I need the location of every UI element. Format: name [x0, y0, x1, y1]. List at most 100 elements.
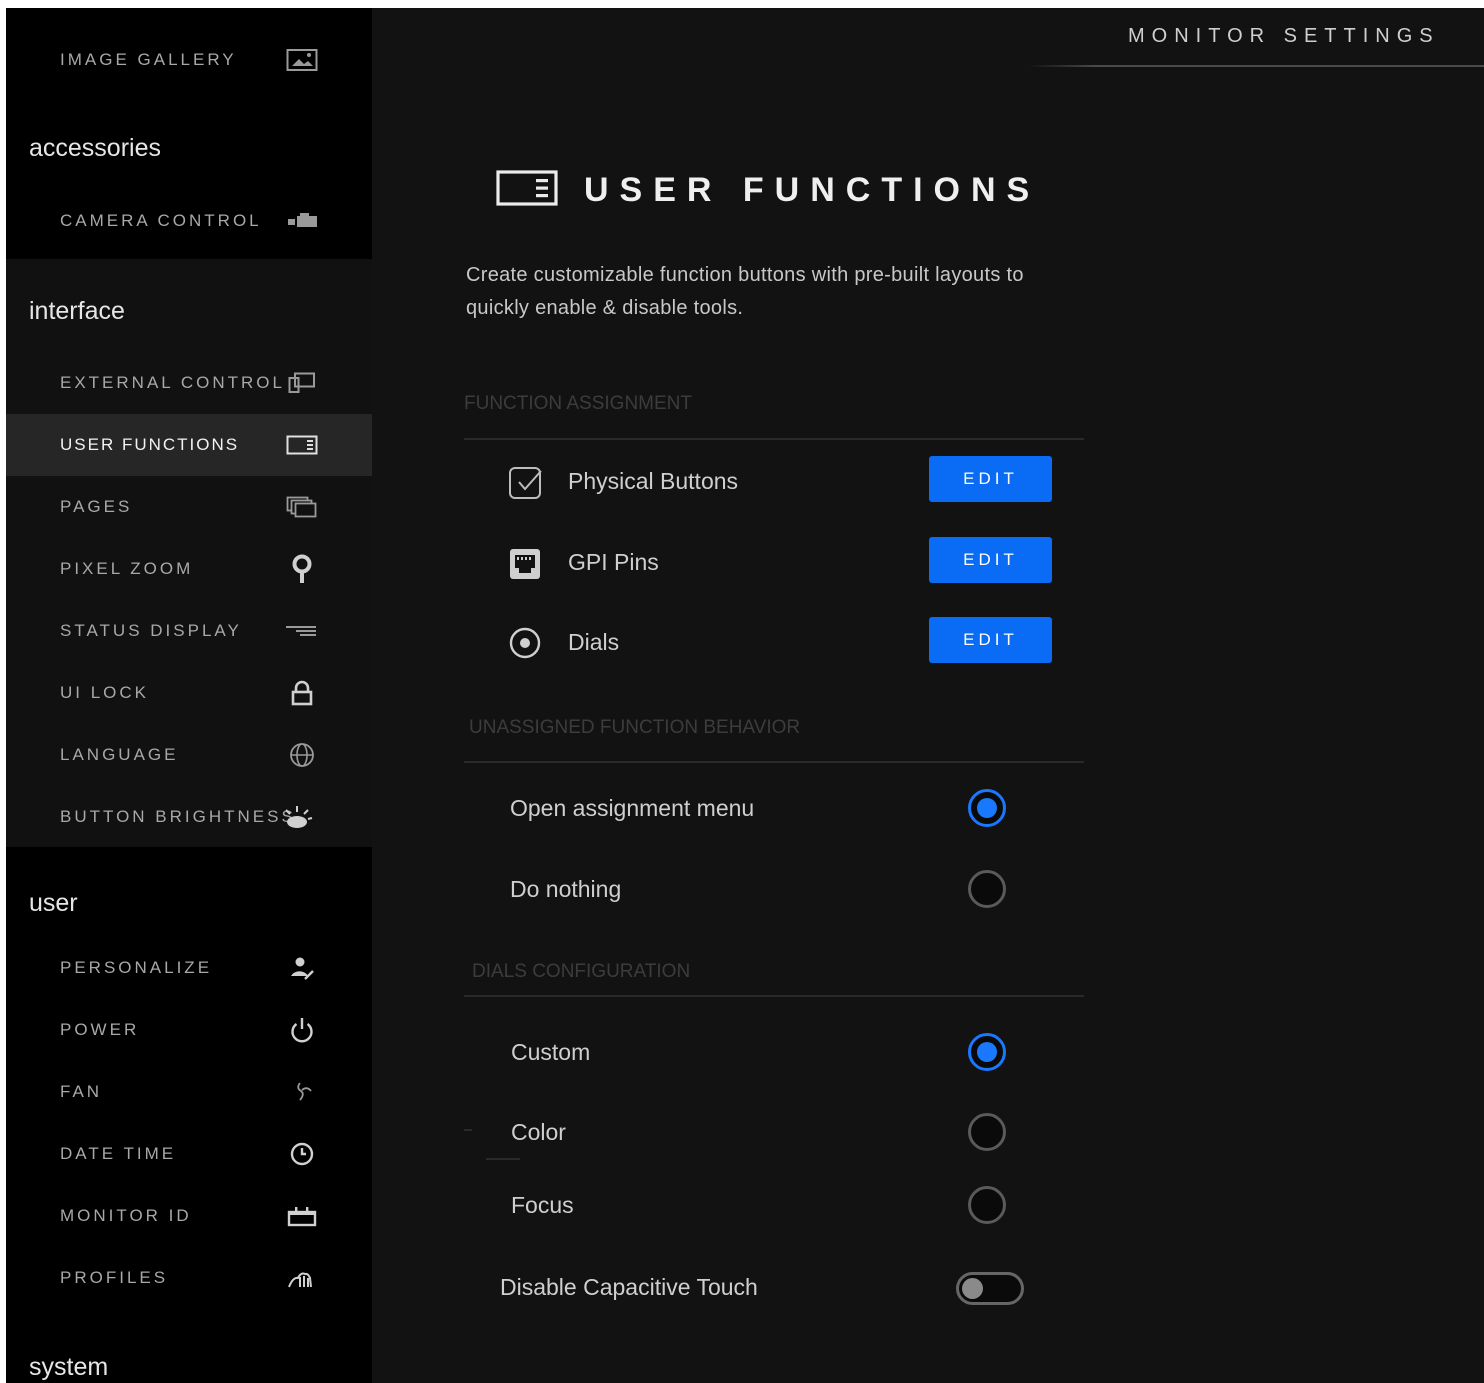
sidebar-item-label: USER FUNCTIONS: [60, 435, 240, 454]
capacitive-touch-toggle[interactable]: [956, 1272, 1024, 1305]
section-title-function-assignment: FUNCTION ASSIGNMENT: [464, 393, 693, 414]
sidebar-item-label: BUTTON BRIGHTNESS: [60, 807, 296, 826]
sidebar-item-button-brightness[interactable]: BUTTON BRIGHTNESS: [6, 786, 372, 848]
option-custom[interactable]: Custom: [464, 1027, 1084, 1077]
sidebar-item-label: CAMERA CONTROL: [60, 211, 262, 230]
assignment-row-physical-buttons: Physical Buttons EDIT: [464, 454, 1084, 514]
option-label: Do nothing: [510, 876, 622, 902]
option-label: Focus: [511, 1192, 574, 1218]
page-title: USER FUNCTIONS: [584, 171, 1041, 209]
globe-icon: [286, 742, 318, 768]
section-heading-accessories: accessories: [29, 134, 161, 162]
profiles-icon: [286, 1265, 318, 1291]
assignment-label: Physical Buttons: [568, 468, 739, 494]
pages-icon: [286, 494, 318, 520]
monitor-settings-title: MONITOR SETTINGS: [1128, 25, 1440, 47]
section-heading-user: user: [29, 889, 78, 917]
page-description: Create customizable function buttons wit…: [466, 264, 1024, 319]
sidebar-item-label: EXTERNAL CONTROL: [60, 373, 285, 392]
sidebar-item-status-display[interactable]: STATUS DISPLAY: [6, 600, 372, 662]
section-title-unassigned-behavior: UNASSIGNED FUNCTION BEHAVIOR: [469, 717, 801, 738]
radio-button-selected[interactable]: [968, 789, 1006, 827]
section-heading-interface: interface: [29, 297, 125, 325]
sidebar-block-accessories: IMAGE GALLERY accessories CAMERA CONTROL: [6, 8, 372, 259]
radio-button[interactable]: [968, 870, 1006, 908]
sidebar-item-user-functions[interactable]: USER FUNCTIONS: [6, 414, 372, 476]
page-title-group: USER FUNCTIONS: [496, 170, 1040, 211]
sidebar-item-language[interactable]: LANGUAGE: [6, 724, 372, 786]
sidebar: IMAGE GALLERY accessories CAMERA CONTROL…: [6, 8, 372, 1383]
sidebar-item-label: STATUS DISPLAY: [60, 621, 242, 640]
camera-icon: [286, 208, 318, 234]
sidebar-item-pixel-zoom[interactable]: PIXEL ZOOM: [6, 538, 372, 600]
header-divider: [1028, 65, 1484, 67]
assignment-label: GPI Pins: [568, 549, 659, 575]
setting-disable-capacitive-touch: Disable Capacitive Touch: [464, 1262, 1084, 1312]
assignment-row-gpi-pins: GPI Pins EDIT: [464, 535, 1084, 595]
sidebar-item-label: MONITOR ID: [60, 1206, 192, 1225]
sidebar-item-image-gallery[interactable]: IMAGE GALLERY: [6, 29, 372, 91]
image-icon: [286, 47, 318, 73]
section-heading-system: system: [29, 1353, 109, 1381]
sidebar-block-user: user PERSONALIZE POWER FAN DATE TIME MON…: [6, 847, 372, 1383]
radio-button[interactable]: [968, 1113, 1006, 1151]
sidebar-item-label: LANGUAGE: [60, 745, 179, 764]
user-functions-icon: [286, 432, 318, 458]
sidebar-item-label: DATE TIME: [60, 1144, 177, 1163]
radio-button-selected[interactable]: [968, 1033, 1006, 1071]
option-open-assignment-menu[interactable]: Open assignment menu: [464, 783, 1084, 833]
sidebar-item-label: FAN: [60, 1082, 103, 1101]
radio-button[interactable]: [968, 1186, 1006, 1224]
setting-label: Disable Capacitive Touch: [500, 1274, 758, 1300]
sidebar-item-monitor-id[interactable]: MONITOR ID: [6, 1185, 372, 1247]
option-do-nothing[interactable]: Do nothing: [464, 864, 1084, 914]
pin-icon: [286, 554, 318, 583]
option-label: Color: [511, 1119, 566, 1145]
section-divider: [464, 761, 1084, 763]
sidebar-item-personalize[interactable]: PERSONALIZE: [6, 937, 372, 999]
checkbox-icon: [508, 466, 542, 500]
monitor-id-icon: [286, 1203, 318, 1229]
sidebar-item-label: PIXEL ZOOM: [60, 559, 194, 578]
user-functions-icon: [496, 170, 558, 211]
sidebar-block-interface: interface EXTERNAL CONTROL USER FUNCTION…: [6, 259, 372, 847]
sidebar-item-power[interactable]: POWER: [6, 999, 372, 1061]
dial-icon: [508, 627, 542, 661]
brightness-icon: [282, 804, 314, 830]
fan-icon: [286, 1079, 318, 1105]
sidebar-item-label: PAGES: [60, 497, 133, 516]
sidebar-item-label: PROFILES: [60, 1268, 169, 1287]
sidebar-item-ui-lock[interactable]: UI LOCK: [6, 662, 372, 724]
status-display-icon: [286, 618, 318, 644]
edit-physical-buttons-button[interactable]: EDIT: [929, 456, 1052, 502]
option-color[interactable]: Color: [464, 1107, 1084, 1157]
sidebar-item-camera-control[interactable]: CAMERA CONTROL: [6, 190, 372, 252]
section-divider: [464, 995, 1084, 997]
section-divider: [464, 438, 1084, 440]
option-label: Open assignment menu: [510, 795, 755, 821]
assignment-label: Dials: [568, 629, 620, 655]
option-label: Custom: [511, 1039, 591, 1065]
sidebar-item-date-time[interactable]: DATE TIME: [6, 1123, 372, 1185]
sidebar-item-label: IMAGE GALLERY: [60, 50, 237, 69]
option-focus[interactable]: Focus: [464, 1180, 1084, 1230]
sidebar-item-label: PERSONALIZE: [60, 958, 213, 977]
sidebar-item-fan[interactable]: FAN: [6, 1061, 372, 1123]
clock-icon: [286, 1141, 318, 1167]
section-title-dials-configuration: DIALS CONFIGURATION: [472, 961, 691, 982]
edit-gpi-pins-button[interactable]: EDIT: [929, 537, 1052, 583]
personalize-icon: [286, 955, 318, 981]
sidebar-item-profiles[interactable]: PROFILES: [6, 1247, 372, 1309]
sidebar-item-external-control[interactable]: EXTERNAL CONTROL: [6, 352, 372, 414]
external-control-icon: [286, 370, 318, 396]
app-window: IMAGE GALLERY accessories CAMERA CONTROL…: [6, 8, 1484, 1383]
sidebar-item-pages[interactable]: PAGES: [6, 476, 372, 538]
divider-fragment: [486, 1158, 520, 1160]
edit-dials-button[interactable]: EDIT: [929, 617, 1052, 663]
lock-icon: [286, 680, 318, 706]
gpi-port-icon: [508, 547, 542, 581]
sidebar-item-label: POWER: [60, 1020, 140, 1039]
power-icon: [286, 1017, 318, 1043]
assignment-row-dials: Dials EDIT: [464, 615, 1084, 675]
sidebar-item-label: UI LOCK: [60, 683, 150, 702]
